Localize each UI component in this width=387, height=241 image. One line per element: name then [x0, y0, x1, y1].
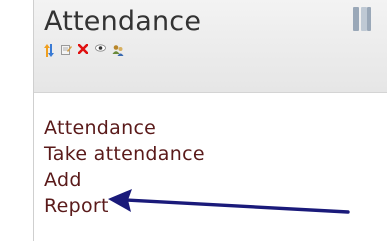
assign-roles-icon[interactable]	[112, 44, 124, 56]
edit-icon[interactable]	[61, 44, 72, 56]
screenshot-stage: Attendance Attendance Take attendance Ad…	[0, 0, 387, 241]
move-icon[interactable]	[44, 44, 54, 57]
dock-bar	[367, 7, 371, 31]
block-edit-icons	[44, 43, 124, 57]
dock-bar	[353, 7, 359, 31]
link-attendance[interactable]: Attendance	[44, 115, 205, 141]
block-title: Attendance	[44, 6, 202, 37]
hide-icon[interactable]	[95, 44, 106, 56]
dock-block-icon[interactable]	[353, 7, 373, 31]
block-header: Attendance	[34, 0, 387, 93]
delete-icon[interactable]	[78, 44, 88, 56]
link-take-attendance[interactable]: Take attendance	[44, 141, 205, 167]
annotation-arrow-icon	[108, 189, 350, 214]
